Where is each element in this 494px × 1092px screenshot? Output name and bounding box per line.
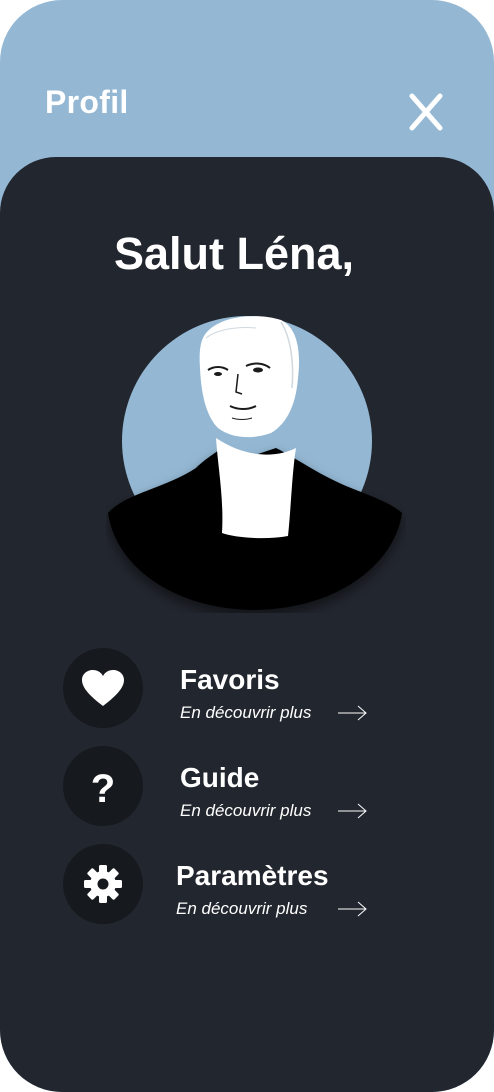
profile-screen: Profil Salut Léna, Favoris En découvrir …	[0, 0, 494, 1092]
guide-icon-circle: ?	[63, 746, 143, 826]
menu-item-subtitle: En découvrir plus	[176, 899, 308, 918]
user-portrait-illustration	[108, 316, 402, 610]
avatar	[106, 308, 406, 613]
menu-item-label: Guide	[180, 762, 260, 793]
menu-item-subtitle: En découvrir plus	[180, 801, 312, 820]
parametres-icon-circle	[63, 844, 143, 924]
greeting-heading: Salut Léna,	[113, 228, 355, 279]
menu-item-favoris[interactable]: Favoris En découvrir plus	[63, 648, 383, 730]
arrow-right-icon	[338, 901, 367, 917]
profile-panel	[0, 157, 494, 1092]
gear-icon	[84, 865, 122, 903]
menu-item-guide[interactable]: ? Guide En découvrir plus	[63, 746, 383, 828]
arrow-right-icon	[338, 705, 367, 721]
menu-item-label: Paramètres	[176, 860, 329, 891]
favoris-icon-circle	[63, 648, 143, 728]
page-title: Profil	[45, 84, 129, 120]
heart-icon	[82, 670, 124, 706]
close-icon	[409, 93, 443, 131]
menu-item-parametres[interactable]: Paramètres En découvrir plus	[63, 844, 383, 926]
menu-item-subtitle: En découvrir plus	[180, 703, 312, 722]
svg-text:?: ?	[91, 767, 115, 808]
question-icon: ?	[91, 767, 115, 808]
arrow-right-icon	[338, 803, 367, 819]
close-button[interactable]	[404, 90, 448, 134]
menu-item-label: Favoris	[180, 664, 280, 695]
